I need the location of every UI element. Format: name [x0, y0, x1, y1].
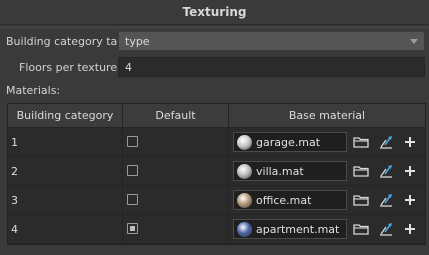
header-base-material[interactable]: Base material	[229, 104, 425, 128]
material-cell: villa.mat	[229, 157, 425, 185]
material-field[interactable]: apartment.mat	[233, 219, 347, 239]
chevron-down-icon	[410, 39, 418, 44]
material-name: villa.mat	[256, 165, 304, 178]
material-preview-icon	[237, 164, 252, 179]
category-value: 2	[11, 165, 18, 178]
category-cell: 3	[8, 186, 123, 214]
building-category-tag-select[interactable]: type	[118, 31, 425, 51]
table-row: 2 villa.mat	[8, 157, 425, 186]
materials-table: Building category Default Base material …	[7, 103, 426, 245]
divider	[0, 27, 429, 28]
material-field[interactable]: villa.mat	[233, 161, 347, 181]
floors-per-texture-label: Floors per texture:	[19, 61, 121, 74]
header-default[interactable]: Default	[123, 104, 229, 128]
material-cell: office.mat	[229, 186, 425, 214]
materials-label: Materials:	[6, 84, 61, 97]
folder-icon[interactable]	[353, 192, 369, 208]
edit-arrow-icon[interactable]	[378, 192, 394, 208]
material-name: apartment.mat	[256, 223, 340, 236]
edit-arrow-icon[interactable]	[378, 134, 394, 150]
material-preview-icon	[237, 222, 252, 237]
plus-icon[interactable]	[402, 221, 418, 237]
folder-icon[interactable]	[353, 221, 369, 237]
material-preview-icon	[237, 135, 252, 150]
default-cell	[123, 128, 229, 156]
section-title: Texturing	[0, 0, 429, 25]
material-name: office.mat	[256, 194, 312, 207]
folder-icon[interactable]	[353, 163, 369, 179]
default-checkbox[interactable]	[127, 136, 138, 147]
floors-per-texture-input[interactable]: 4	[118, 57, 425, 77]
building-category-tag-label: Building category tag:	[6, 35, 128, 48]
plus-icon[interactable]	[402, 163, 418, 179]
plus-icon[interactable]	[402, 192, 418, 208]
floors-per-texture-value: 4	[125, 61, 132, 74]
plus-icon[interactable]	[402, 134, 418, 150]
material-preview-icon	[237, 193, 252, 208]
folder-icon[interactable]	[353, 134, 369, 150]
edit-arrow-icon[interactable]	[378, 163, 394, 179]
table-row: 4 apartment.mat	[8, 215, 425, 244]
category-value: 3	[11, 194, 18, 207]
table-row: 1 garage.mat	[8, 128, 425, 157]
default-checkbox[interactable]	[127, 223, 138, 234]
category-cell: 2	[8, 157, 123, 185]
category-cell: 1	[8, 128, 123, 156]
category-value: 1	[11, 136, 18, 149]
material-field[interactable]: garage.mat	[233, 132, 347, 152]
edit-arrow-icon[interactable]	[378, 221, 394, 237]
building-category-tag-value: type	[125, 35, 150, 48]
default-cell	[123, 215, 229, 243]
material-cell: apartment.mat	[229, 215, 425, 243]
material-name: garage.mat	[256, 136, 321, 149]
category-value: 4	[11, 223, 18, 236]
category-cell: 4	[8, 215, 123, 243]
table-row: 3 office.mat	[8, 186, 425, 215]
default-cell	[123, 157, 229, 185]
header-building-category[interactable]: Building category	[8, 104, 123, 128]
material-field[interactable]: office.mat	[233, 190, 347, 210]
material-cell: garage.mat	[229, 128, 425, 156]
default-checkbox[interactable]	[127, 165, 138, 176]
default-checkbox[interactable]	[127, 194, 138, 205]
default-cell	[123, 186, 229, 214]
